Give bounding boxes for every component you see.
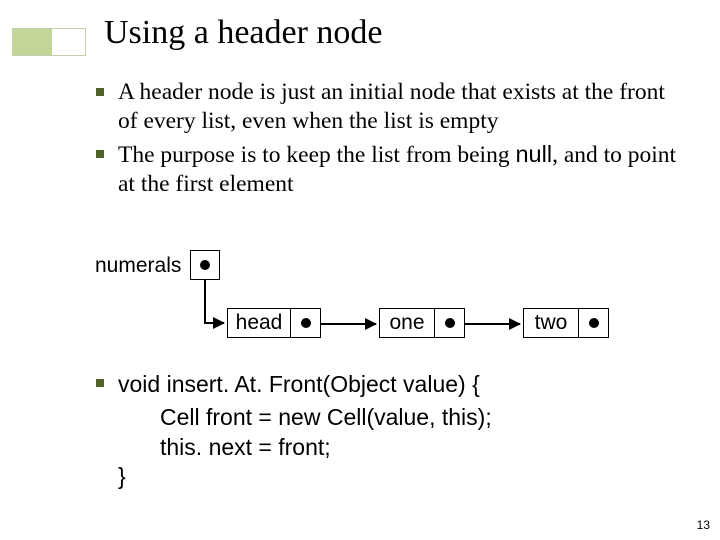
bullet-2-text-a: The purpose is to keep the list from bei… [118,142,515,168]
bullet-1: A header node is just an initial node th… [86,78,686,136]
code-line-4: } [86,462,686,491]
cell-head-pointer [291,308,321,338]
code-line-3: this. next = front; [86,433,686,462]
dot-icon [445,318,455,328]
cell-one-pointer [435,308,465,338]
arrow-head-to-one [321,323,376,325]
bullet-2: The purpose is to keep the list from bei… [86,140,686,199]
arrow-one-to-two [465,323,520,325]
bullet-1-text: A header node is just an initial node th… [118,79,665,134]
linked-list-diagram: numerals head one two [95,254,675,354]
page-number: 13 [697,518,710,532]
title-deco-outline [12,28,86,56]
cell-one-value: one [379,308,435,338]
dot-icon [589,318,599,328]
cell-two-pointer [579,308,609,338]
slide-title: Using a header node [104,14,383,52]
arrow-segment-right [204,322,224,324]
body-text: A header node is just an initial node th… [86,78,686,204]
code-line-1-text: void insert. At. Front(Object value) { [118,371,480,397]
dot-icon [200,260,210,270]
dot-icon [301,318,311,328]
slide: Using a header node A header node is jus… [0,0,720,540]
cell-two-value: two [523,308,579,338]
code-line-1: void insert. At. Front(Object value) { [86,370,686,399]
numerals-label: numerals [95,254,181,278]
arrow-segment-down [204,280,206,322]
cell-head-value: head [227,308,291,338]
cell-two: two [523,308,609,338]
code-block: void insert. At. Front(Object value) { C… [86,370,686,492]
bullet-2-null: null [515,141,552,167]
numerals-pointer-box [190,250,220,280]
cell-head: head [227,308,321,338]
cell-one: one [379,308,465,338]
code-line-2: Cell front = new Cell(value, this); [86,403,686,432]
